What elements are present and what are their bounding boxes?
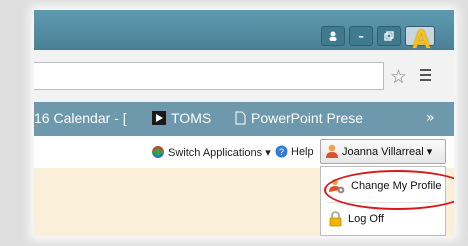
change-profile-item[interactable]: Change My Profile [329, 178, 442, 194]
menu-icon[interactable] [420, 69, 431, 84]
restore-button[interactable] [377, 26, 401, 46]
bookmark-label: TOMS [171, 110, 212, 126]
bookmark-toms[interactable]: TOMS [152, 110, 211, 126]
change-profile-label: Change My Profile [351, 180, 442, 192]
bookmarks-overflow-button[interactable]: » [426, 110, 435, 126]
bookmark-powerpoint[interactable]: PowerPoint Prese [235, 110, 363, 126]
switch-applications-label: Switch Applications ▾ [168, 146, 271, 159]
menu-divider [327, 202, 439, 203]
browser-toolbar: ☆ [34, 50, 454, 103]
help-icon: ? [275, 145, 288, 158]
user-menu-button[interactable]: Joanna Villarreal ▾ [320, 139, 446, 164]
switch-apps-icon [152, 146, 164, 158]
help-link[interactable]: ? Help [275, 145, 314, 158]
bookmark-fade [374, 102, 414, 136]
restore-icon [384, 31, 394, 41]
bookmarks-bar: 16 Calendar - [ TOMS PowerPoint Prese » [34, 102, 454, 136]
minimize-button[interactable]: – [349, 26, 373, 46]
user-dropdown-menu: Change My Profile Log Off [320, 166, 446, 236]
title-bar: – A [34, 10, 454, 54]
bookmark-calendar[interactable]: 16 Calendar - [ [34, 110, 127, 126]
address-bar[interactable] [34, 62, 384, 90]
profile-icon [329, 179, 345, 194]
toms-play-icon [152, 111, 166, 125]
svg-text:?: ? [279, 147, 284, 157]
switch-applications-menu[interactable]: Switch Applications ▾ [151, 145, 271, 159]
browser-window: – A ☆ 16 Calendar - [ TOMS PowerPoint Pr… [34, 10, 454, 236]
page-icon [235, 111, 246, 125]
user-icon [326, 144, 338, 158]
bookmark-label: PowerPoint Prese [251, 110, 364, 126]
user-switch-button[interactable] [321, 26, 345, 46]
application-header: Switch Applications ▾ ? Help Joanna Vill… [34, 136, 454, 169]
star-icon[interactable]: ☆ [390, 66, 407, 88]
help-label: Help [291, 145, 314, 158]
lock-icon [329, 211, 342, 227]
user-name: Joanna Villarreal ▾ [342, 146, 433, 158]
person-icon [329, 31, 337, 41]
log-off-label: Log Off [348, 213, 384, 225]
log-off-item[interactable]: Log Off [329, 211, 384, 227]
